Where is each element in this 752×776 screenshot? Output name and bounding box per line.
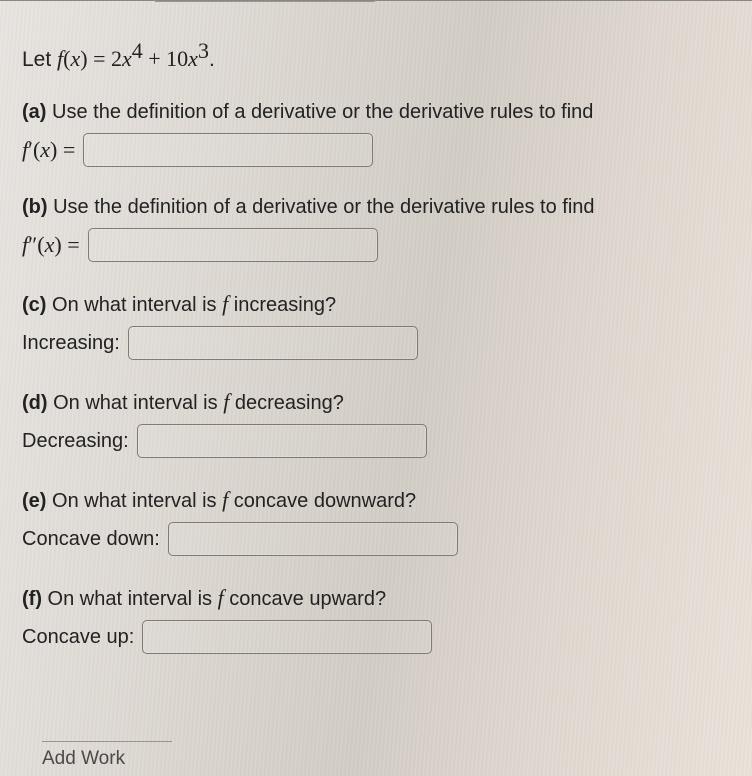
part-f-text-before: On what interval is bbox=[48, 588, 218, 610]
part-c-tag: (c) bbox=[22, 294, 46, 316]
part-a: (a) Use the definition of a derivative o… bbox=[22, 98, 734, 167]
part-d-tag: (d) bbox=[22, 392, 48, 414]
part-c-label: Increasing: bbox=[22, 332, 120, 355]
part-d-text-after: decreasing? bbox=[229, 392, 344, 414]
lead-prefix: Let bbox=[22, 48, 57, 71]
lead-suffix: . bbox=[209, 48, 215, 71]
lead-line: Let f(x) = 2x4 + 10x3. bbox=[22, 38, 734, 72]
part-b: (b) Use the definition of a derivative o… bbox=[22, 193, 734, 262]
part-c-text-after: increasing? bbox=[228, 294, 336, 316]
part-a-text: Use the definition of a derivative or th… bbox=[52, 101, 593, 123]
part-b-label: f″(x) = bbox=[22, 232, 80, 258]
part-f: (f) On what interval is f concave upward… bbox=[22, 582, 734, 654]
add-work-button[interactable]: Add Work bbox=[42, 741, 172, 770]
part-e-text-before: On what interval is bbox=[52, 490, 222, 512]
part-f-label: Concave up: bbox=[22, 626, 134, 649]
part-b-text: Use the definition of a derivative or th… bbox=[53, 196, 594, 218]
part-d-label: Decreasing: bbox=[22, 430, 129, 453]
part-e: (e) On what interval is f concave downwa… bbox=[22, 484, 734, 556]
part-d-input[interactable] bbox=[137, 424, 427, 458]
question-body: Let f(x) = 2x4 + 10x3. (a) Use the defin… bbox=[0, 0, 752, 654]
part-f-input[interactable] bbox=[142, 620, 432, 654]
part-c-text-before: On what interval is bbox=[52, 294, 222, 316]
part-e-label: Concave down: bbox=[22, 528, 160, 551]
part-f-text-after: concave upward? bbox=[224, 588, 386, 610]
part-f-tag: (f) bbox=[22, 588, 42, 610]
part-a-input[interactable] bbox=[83, 133, 373, 167]
part-d-text-before: On what interval is bbox=[53, 392, 223, 414]
part-c-input[interactable] bbox=[128, 326, 418, 360]
part-e-input[interactable] bbox=[168, 522, 458, 556]
part-a-tag: (a) bbox=[22, 101, 46, 123]
part-d: (d) On what interval is f decreasing? De… bbox=[22, 386, 734, 458]
part-e-tag: (e) bbox=[22, 490, 46, 512]
part-e-text-after: concave downward? bbox=[228, 490, 416, 512]
part-b-input[interactable] bbox=[88, 228, 378, 262]
part-a-label: f′(x) = bbox=[22, 137, 75, 163]
part-b-tag: (b) bbox=[22, 196, 48, 218]
part-c: (c) On what interval is f increasing? In… bbox=[22, 288, 734, 360]
